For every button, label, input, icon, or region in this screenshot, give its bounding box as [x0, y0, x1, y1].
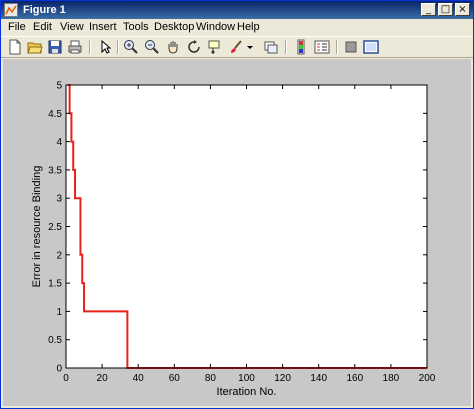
x-tick-label: 200 — [419, 373, 436, 384]
matlab-figure-icon — [4, 3, 18, 17]
zoom-out-icon[interactable] — [144, 39, 160, 55]
menu-tools[interactable]: Tools — [123, 21, 149, 34]
data-cursor-icon[interactable] — [207, 39, 223, 55]
link-plot-icon[interactable] — [263, 39, 279, 55]
menu-window[interactable]: Window — [196, 21, 235, 34]
x-tick-label: 180 — [383, 373, 400, 384]
toolbar-separator — [89, 40, 91, 54]
menu-bar: File Edit View Insert Tools Desktop Wind… — [1, 19, 473, 36]
y-tick-label: 1 — [56, 307, 62, 318]
menu-desktop[interactable]: Desktop — [154, 21, 194, 34]
figure-canvas: 0 20 40 60 80 100 120 140 160 180 200 0 0.5 1 1.5 2 2.5 3… — [3, 59, 471, 406]
show-plot-tools-icon[interactable] — [363, 39, 379, 55]
menu-view[interactable]: View — [60, 21, 84, 34]
y-tick-label: 2.5 — [48, 222, 62, 233]
pan-hand-icon[interactable] — [165, 39, 181, 55]
arrow-select-icon[interactable] — [97, 39, 113, 55]
save-icon[interactable] — [47, 39, 63, 55]
figure-window: Figure 1 _ □ × File Edit View Insert Too… — [0, 0, 474, 409]
y-tick-label: 1.5 — [48, 279, 62, 290]
toolbar-separator — [285, 40, 287, 54]
figure-toolbar — [1, 36, 473, 58]
x-tick-label: 20 — [97, 373, 109, 384]
x-tick-label: 120 — [274, 373, 291, 384]
colorbar-icon[interactable] — [293, 39, 309, 55]
menu-help[interactable]: Help — [237, 21, 260, 34]
open-file-icon[interactable] — [27, 39, 43, 55]
x-axis-label: Iteration No. — [217, 386, 277, 398]
close-button[interactable]: × — [455, 3, 470, 16]
x-tick-label: 160 — [346, 373, 363, 384]
y-tick-label: 0 — [56, 364, 62, 375]
y-tick-label: 4.5 — [48, 109, 62, 120]
toolbar-separator — [336, 40, 338, 54]
new-figure-icon[interactable] — [7, 39, 23, 55]
y-tick-label: 3 — [56, 194, 62, 205]
legend-icon[interactable] — [314, 39, 330, 55]
brush-dropdown-icon[interactable] — [246, 39, 254, 55]
y-tick-label: 3.5 — [48, 165, 62, 176]
zoom-in-icon[interactable] — [123, 39, 139, 55]
y-axis-label: Error in resource Binding — [31, 166, 43, 288]
rotate-3d-icon[interactable] — [186, 39, 202, 55]
y-tick-label: 4 — [56, 137, 62, 148]
minimize-button[interactable]: _ — [421, 3, 436, 16]
menu-edit[interactable]: Edit — [33, 21, 52, 34]
brush-icon[interactable] — [228, 39, 244, 55]
x-tick-label: 60 — [169, 373, 181, 384]
window-title: Figure 1 — [23, 4, 66, 16]
x-tick-label: 0 — [63, 373, 69, 384]
plot-area — [66, 85, 427, 368]
chart: 0 20 40 60 80 100 120 140 160 180 200 0 0.5 1 1.5 2 2.5 3… — [31, 81, 436, 399]
menu-file[interactable]: File — [8, 21, 26, 34]
x-tick-label: 100 — [238, 373, 255, 384]
x-tick-label: 40 — [133, 373, 145, 384]
x-tick-label: 140 — [310, 373, 327, 384]
hide-plot-tools-icon[interactable] — [343, 39, 359, 55]
toolbar-separator — [117, 40, 119, 54]
y-tick-label: 0.5 — [48, 335, 62, 346]
y-tick-label: 2 — [56, 250, 62, 261]
maximize-button[interactable]: □ — [438, 3, 453, 16]
x-tick-label: 80 — [205, 373, 217, 384]
menu-insert[interactable]: Insert — [89, 21, 117, 34]
title-bar: Figure 1 _ □ × — [1, 1, 473, 19]
y-tick-label: 5 — [56, 81, 62, 92]
print-icon[interactable] — [67, 39, 83, 55]
